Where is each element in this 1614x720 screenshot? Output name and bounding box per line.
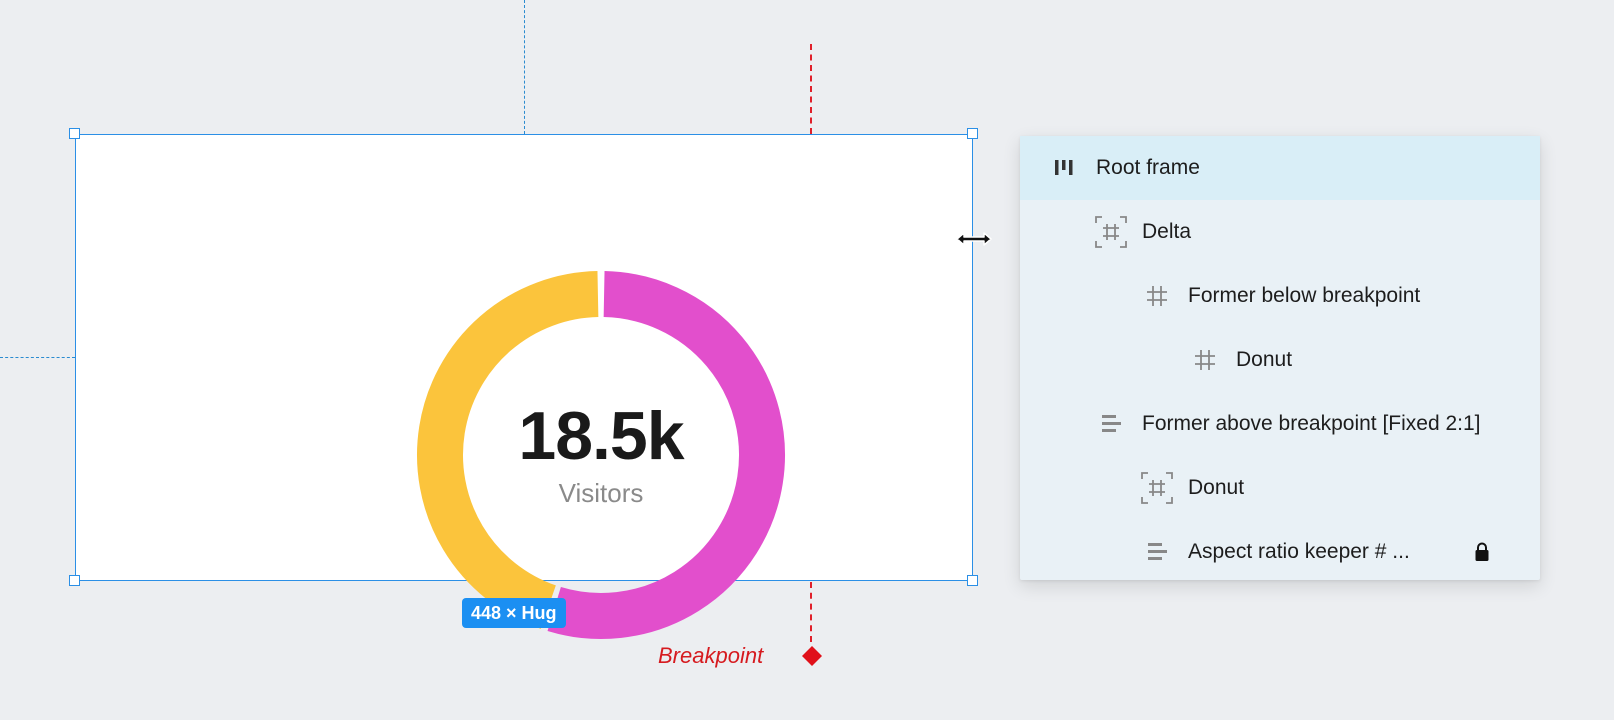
frame-dashed-icon xyxy=(1138,469,1176,507)
donut-value: 18.5k xyxy=(518,398,684,474)
layer-row-donut[interactable]: Donut xyxy=(1020,328,1540,392)
layer-row-former-above-breakpoint[interactable]: Former above breakpoint [Fixed 2:1] xyxy=(1020,392,1540,456)
donut-label: Visitors xyxy=(558,478,644,508)
selected-frame[interactable]: 18.5k Visitors xyxy=(75,134,973,639)
layer-row-delta[interactable]: Delta xyxy=(1020,200,1540,264)
layer-label: Aspect ratio keeper # ... xyxy=(1188,540,1410,563)
breakpoint-diamond-icon[interactable] xyxy=(801,645,823,667)
breakpoint-line-top xyxy=(810,44,812,134)
layer-row-aspect-ratio-keeper[interactable]: Aspect ratio keeper # ... xyxy=(1020,520,1540,584)
lock-icon[interactable] xyxy=(1474,542,1490,562)
layer-label: Root frame xyxy=(1096,156,1200,179)
resize-handle-top-right[interactable] xyxy=(967,128,978,139)
resize-handle-bottom-left[interactable] xyxy=(69,575,80,586)
resize-handle-bottom-right[interactable] xyxy=(967,575,978,586)
frame-icon xyxy=(1186,341,1224,379)
breakpoint-label: Breakpoint xyxy=(658,643,764,668)
layer-label: Former below breakpoint xyxy=(1188,284,1421,307)
auto-layout-vertical-icon xyxy=(1092,405,1130,443)
layer-row-former-below-breakpoint[interactable]: Former below breakpoint xyxy=(1020,264,1540,328)
layer-row-donut-2[interactable]: Donut xyxy=(1020,456,1540,520)
horizontal-resize-cursor-icon xyxy=(956,232,992,246)
breakpoint-line-bottom xyxy=(810,582,812,642)
auto-layout-horizontal-icon xyxy=(1046,149,1084,187)
layer-label: Donut xyxy=(1236,348,1293,371)
resize-handle-top-left[interactable] xyxy=(69,128,80,139)
layer-label: Donut xyxy=(1188,476,1245,499)
vertical-guide-line xyxy=(524,0,525,134)
layers-panel: Root frame Delta Former below breakpoint… xyxy=(1020,136,1540,580)
layer-label: Former above breakpoint [Fixed 2:1] xyxy=(1142,412,1481,435)
size-badge: 448 × Hug xyxy=(462,598,566,628)
horizontal-guide-line xyxy=(0,357,75,358)
layer-row-root-frame[interactable]: Root frame xyxy=(1020,136,1540,200)
auto-layout-vertical-icon xyxy=(1138,533,1176,571)
layer-label: Delta xyxy=(1142,220,1192,243)
frame-icon xyxy=(1138,277,1176,315)
frame-dashed-icon xyxy=(1092,213,1130,251)
